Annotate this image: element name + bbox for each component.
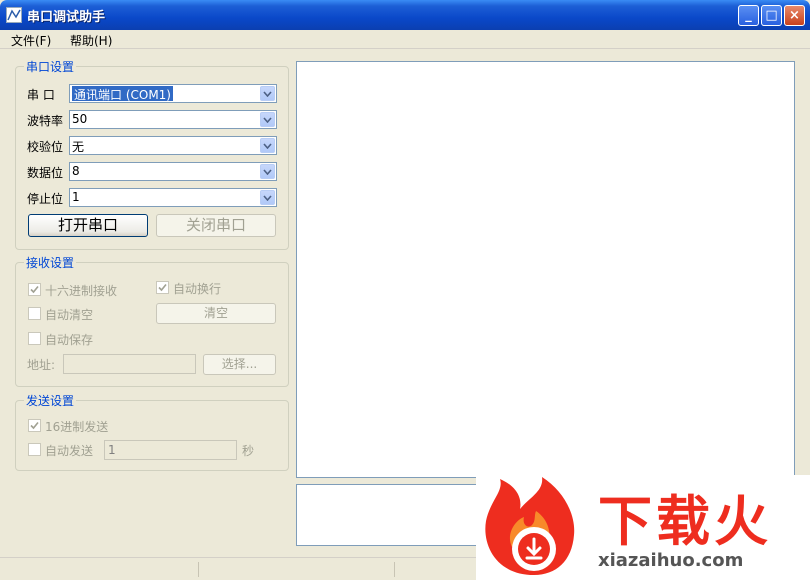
flame-logo-icon <box>485 477 575 575</box>
send-interval-value: 1 <box>108 443 116 457</box>
databits-select[interactable]: 8 <box>69 162 277 181</box>
window-title: 串口调试助手 <box>27 10 106 25</box>
baud-value: 50 <box>72 112 88 126</box>
watermark-logo-text: 下载火 <box>598 490 772 553</box>
parity-value: 无 <box>72 140 85 154</box>
hex-receive-checkbox[interactable] <box>28 283 41 296</box>
title-bar[interactable]: 串口调试助手 _ □ × <box>0 0 810 30</box>
chevron-down-icon[interactable] <box>260 138 275 153</box>
auto-clear-checkbox[interactable] <box>28 307 41 320</box>
chevron-down-icon[interactable] <box>260 86 275 101</box>
auto-save-checkbox[interactable] <box>28 332 41 345</box>
port-label: 串 口 <box>27 88 55 102</box>
parity-label: 校验位 <box>27 140 64 154</box>
close-button[interactable]: × <box>784 5 805 26</box>
watermark: 下载火 xiazaihuo.com <box>476 475 810 580</box>
serial-settings-title: 串口设置 <box>24 58 77 75</box>
auto-newline-label: 自动换行 <box>173 282 222 296</box>
auto-send-label: 自动发送 <box>45 444 94 458</box>
hex-send-label: 16进制发送 <box>45 420 109 434</box>
clear-button[interactable]: 清空 <box>156 303 276 324</box>
watermark-url: xiazaihuo.com <box>598 550 744 571</box>
receive-textarea[interactable] <box>296 61 795 478</box>
menu-bar: 文件(F) 帮助(H) <box>0 30 810 49</box>
address-label: 地址: <box>27 358 56 372</box>
parity-select[interactable]: 无 <box>69 136 277 155</box>
auto-clear-label: 自动清空 <box>45 308 94 322</box>
send-settings-title: 发送设置 <box>24 392 77 409</box>
port-value: 通讯端口 (COM1) <box>72 86 173 102</box>
auto-newline-checkbox[interactable] <box>156 281 169 294</box>
app-icon <box>6 7 22 23</box>
check-icon <box>30 421 39 430</box>
minimize-button[interactable]: _ <box>738 5 759 26</box>
stopbits-select[interactable]: 1 <box>69 188 277 207</box>
select-path-button[interactable]: 选择... <box>203 354 276 375</box>
check-icon <box>30 285 39 294</box>
auto-send-checkbox[interactable] <box>28 443 41 456</box>
interval-unit-label: 秒 <box>242 444 255 458</box>
chevron-down-icon[interactable] <box>260 190 275 205</box>
baud-label: 波特率 <box>27 114 64 128</box>
stopbits-value: 1 <box>72 190 80 204</box>
chevron-down-icon[interactable] <box>260 112 275 127</box>
close-port-button[interactable]: 关闭串口 <box>156 214 276 237</box>
databits-value: 8 <box>72 164 80 178</box>
send-interval-input[interactable]: 1 <box>104 440 237 460</box>
status-separator <box>394 562 395 577</box>
stopbits-label: 停止位 <box>27 192 64 206</box>
databits-label: 数据位 <box>27 166 64 180</box>
maximize-button[interactable]: □ <box>761 5 782 26</box>
menu-file[interactable]: 文件(F) <box>11 32 51 49</box>
hex-receive-label: 十六进制接收 <box>45 284 118 298</box>
port-select[interactable]: 通讯端口 (COM1) <box>69 84 277 103</box>
status-separator <box>198 562 199 577</box>
chevron-down-icon[interactable] <box>260 164 275 179</box>
hex-send-checkbox[interactable] <box>28 419 41 432</box>
address-input[interactable] <box>63 354 196 374</box>
auto-save-label: 自动保存 <box>45 333 94 347</box>
check-icon <box>158 283 167 292</box>
open-port-button[interactable]: 打开串口 <box>28 214 148 237</box>
menu-help[interactable]: 帮助(H) <box>70 32 112 49</box>
receive-settings-title: 接收设置 <box>24 254 77 271</box>
send-settings-group <box>15 400 289 471</box>
baud-select[interactable]: 50 <box>69 110 277 129</box>
